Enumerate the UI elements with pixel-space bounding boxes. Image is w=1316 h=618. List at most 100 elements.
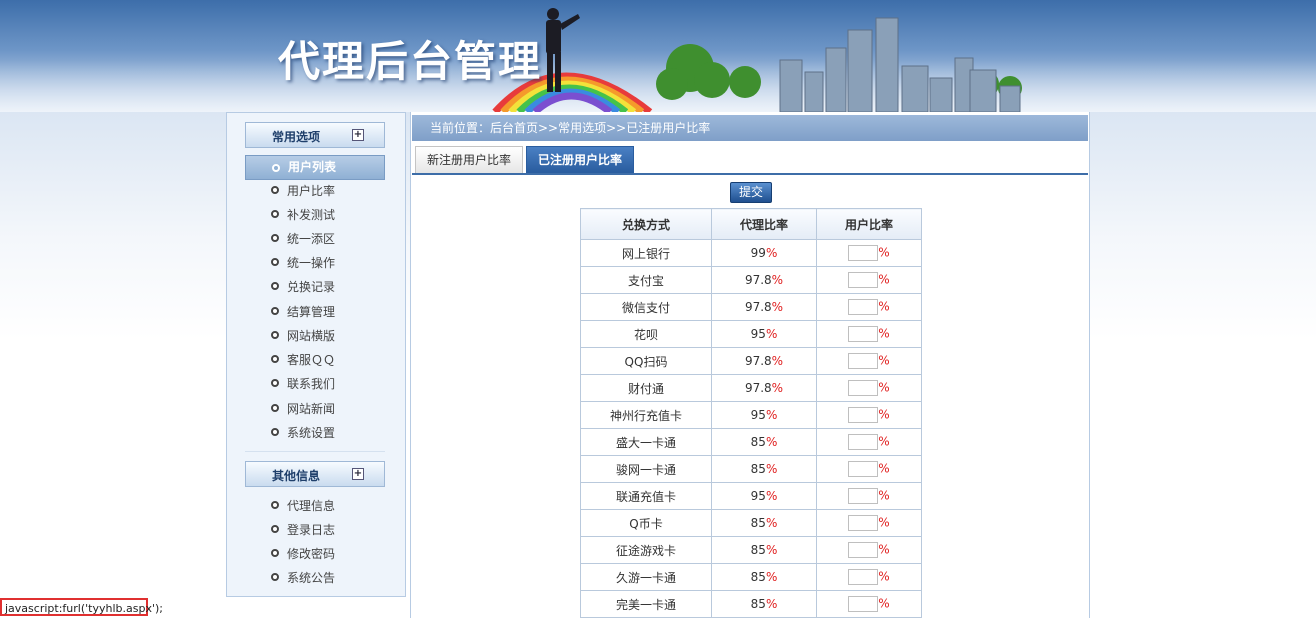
user-rate-input[interactable] xyxy=(848,515,879,531)
sidebar-item-system-settings[interactable]: 系统设置 xyxy=(245,422,385,444)
cell-agent-rate: 85% xyxy=(711,428,817,456)
sidebar-item-add-zone[interactable]: 统一添区 xyxy=(245,228,385,250)
percent-sign: % xyxy=(771,381,784,395)
user-rate-input[interactable] xyxy=(848,245,879,261)
user-rate-input[interactable] xyxy=(848,596,879,612)
user-rate-input[interactable] xyxy=(848,272,879,288)
cell-user-rate: % xyxy=(816,374,922,402)
cell-agent-rate: 85% xyxy=(711,563,817,591)
tab-registered-user-ratio[interactable]: 已注册用户比率 xyxy=(526,146,634,173)
agent-rate-value: 95 xyxy=(750,408,766,422)
sidebar-group-other[interactable]: 其他信息 + xyxy=(245,461,385,487)
cell-method: 微信支付 xyxy=(580,293,712,321)
sidebar-item-label: 结算管理 xyxy=(287,305,336,319)
user-rate-input[interactable] xyxy=(848,569,879,585)
table-row: 盛大一卡通 85%% xyxy=(580,428,922,456)
cell-user-rate: % xyxy=(816,401,922,429)
sidebar-item-label: 网站横版 xyxy=(287,329,336,343)
table-row: 花呗 95%% xyxy=(580,320,922,348)
cell-method: 征途游戏卡 xyxy=(580,536,712,564)
cell-agent-rate: 97.8% xyxy=(711,347,817,375)
table-row: 神州行充值卡 95%% xyxy=(580,401,922,429)
cell-user-rate: % xyxy=(816,563,922,591)
percent-sign: % xyxy=(878,272,890,287)
sidebar-item-label: 代理信息 xyxy=(287,499,336,513)
sidebar-group-common[interactable]: 常用选项 + xyxy=(245,122,385,148)
sidebar-item-label: 统一操作 xyxy=(287,256,336,270)
sidebar-item-agent-info[interactable]: 代理信息 xyxy=(245,495,385,517)
banner-illustration xyxy=(492,8,1022,112)
cell-agent-rate: 97.8% xyxy=(711,374,817,402)
status-bar-url: javascript:furl('tyyhlb.aspx'); xyxy=(0,598,163,616)
gear-icon xyxy=(271,331,279,339)
sidebar-item-label: 系统设置 xyxy=(287,426,336,440)
user-rate-input[interactable] xyxy=(848,353,879,369)
cell-agent-rate: 95% xyxy=(711,320,817,348)
sidebar-item-resend-test[interactable]: 补发测试 xyxy=(245,204,385,226)
table-row: Q币卡 85%% xyxy=(580,509,922,537)
gear-icon xyxy=(271,428,279,436)
sidebar-item-login-log[interactable]: 登录日志 xyxy=(245,519,385,541)
sidebar: 常用选项 + 用户列表 用户比率 补发测试 统一添区 统一操作 兑换记录 结算管… xyxy=(226,112,406,597)
agent-rate-value: 85 xyxy=(750,435,766,449)
user-rate-input[interactable] xyxy=(848,299,879,315)
percent-sign: % xyxy=(878,299,890,314)
breadcrumb-text: 当前位置：后台首页>>常用选项>>已注册用户比率 xyxy=(430,121,711,135)
sidebar-item-label: 客服ＱＱ xyxy=(287,353,336,367)
user-rate-input[interactable] xyxy=(848,326,879,342)
user-rate-input[interactable] xyxy=(848,461,879,477)
percent-sign: % xyxy=(771,273,784,287)
cell-method: Q币卡 xyxy=(580,509,712,537)
percent-sign: % xyxy=(771,300,784,314)
submit-button[interactable]: 提交 xyxy=(730,182,772,203)
percent-sign: % xyxy=(765,543,778,557)
tab-new-user-ratio[interactable]: 新注册用户比率 xyxy=(415,146,523,173)
sidebar-item-system-notice[interactable]: 系统公告 xyxy=(245,567,385,589)
cell-method: 完美一卡通 xyxy=(580,590,712,618)
table-row: 微信支付 97.8%% xyxy=(580,293,922,321)
gear-icon xyxy=(271,282,279,290)
agent-rate-value: 85 xyxy=(750,516,766,530)
expand-icon[interactable]: + xyxy=(352,468,364,480)
sidebar-item-change-password[interactable]: 修改密码 xyxy=(245,543,385,565)
user-rate-input[interactable] xyxy=(848,380,879,396)
sidebar-item-site-banner[interactable]: 网站横版 xyxy=(245,325,385,347)
tab-bar: 新注册用户比率 已注册用户比率 xyxy=(412,143,1088,175)
cell-user-rate: % xyxy=(816,455,922,483)
gear-icon xyxy=(271,501,279,509)
cell-method: 骏网一卡通 xyxy=(580,455,712,483)
sidebar-item-site-news[interactable]: 网站新闻 xyxy=(245,398,385,420)
sidebar-group-label: 其他信息 xyxy=(272,469,321,483)
user-rate-input[interactable] xyxy=(848,434,879,450)
sidebar-item-support-qq[interactable]: 客服ＱＱ xyxy=(245,349,385,371)
sidebar-item-label: 登录日志 xyxy=(287,523,336,537)
agent-rate-value: 97.8 xyxy=(744,273,772,287)
sidebar-item-unified-operation[interactable]: 统一操作 xyxy=(245,252,385,274)
user-rate-input[interactable] xyxy=(848,488,879,504)
percent-sign: % xyxy=(878,461,890,476)
user-rate-input[interactable] xyxy=(848,542,879,558)
percent-sign: % xyxy=(878,407,890,422)
agent-rate-value: 85 xyxy=(750,570,766,584)
sidebar-item-settlement[interactable]: 结算管理 xyxy=(245,301,385,323)
table-row: 财付通 97.8%% xyxy=(580,374,922,402)
cell-agent-rate: 99% xyxy=(711,239,817,267)
expand-icon[interactable]: + xyxy=(352,129,364,141)
table-row: 网上银行 99%% xyxy=(580,239,922,267)
percent-sign: % xyxy=(878,326,890,341)
sidebar-item-user-ratio[interactable]: 用户比率 xyxy=(245,180,385,202)
agent-rate-value: 97.8 xyxy=(744,354,772,368)
sidebar-item-contact-us[interactable]: 联系我们 xyxy=(245,373,385,395)
sidebar-item-label: 统一添区 xyxy=(287,232,336,246)
cell-user-rate: % xyxy=(816,347,922,375)
cell-agent-rate: 85% xyxy=(711,536,817,564)
sidebar-item-exchange-records[interactable]: 兑换记录 xyxy=(245,276,385,298)
user-rate-input[interactable] xyxy=(848,407,879,423)
gear-icon xyxy=(271,404,279,412)
gear-icon xyxy=(271,307,279,315)
percent-sign: % xyxy=(878,488,890,503)
cell-agent-rate: 95% xyxy=(711,401,817,429)
percent-sign: % xyxy=(878,542,890,557)
sidebar-item-user-list[interactable]: 用户列表 xyxy=(245,155,385,180)
cell-method: 神州行充值卡 xyxy=(580,401,712,429)
